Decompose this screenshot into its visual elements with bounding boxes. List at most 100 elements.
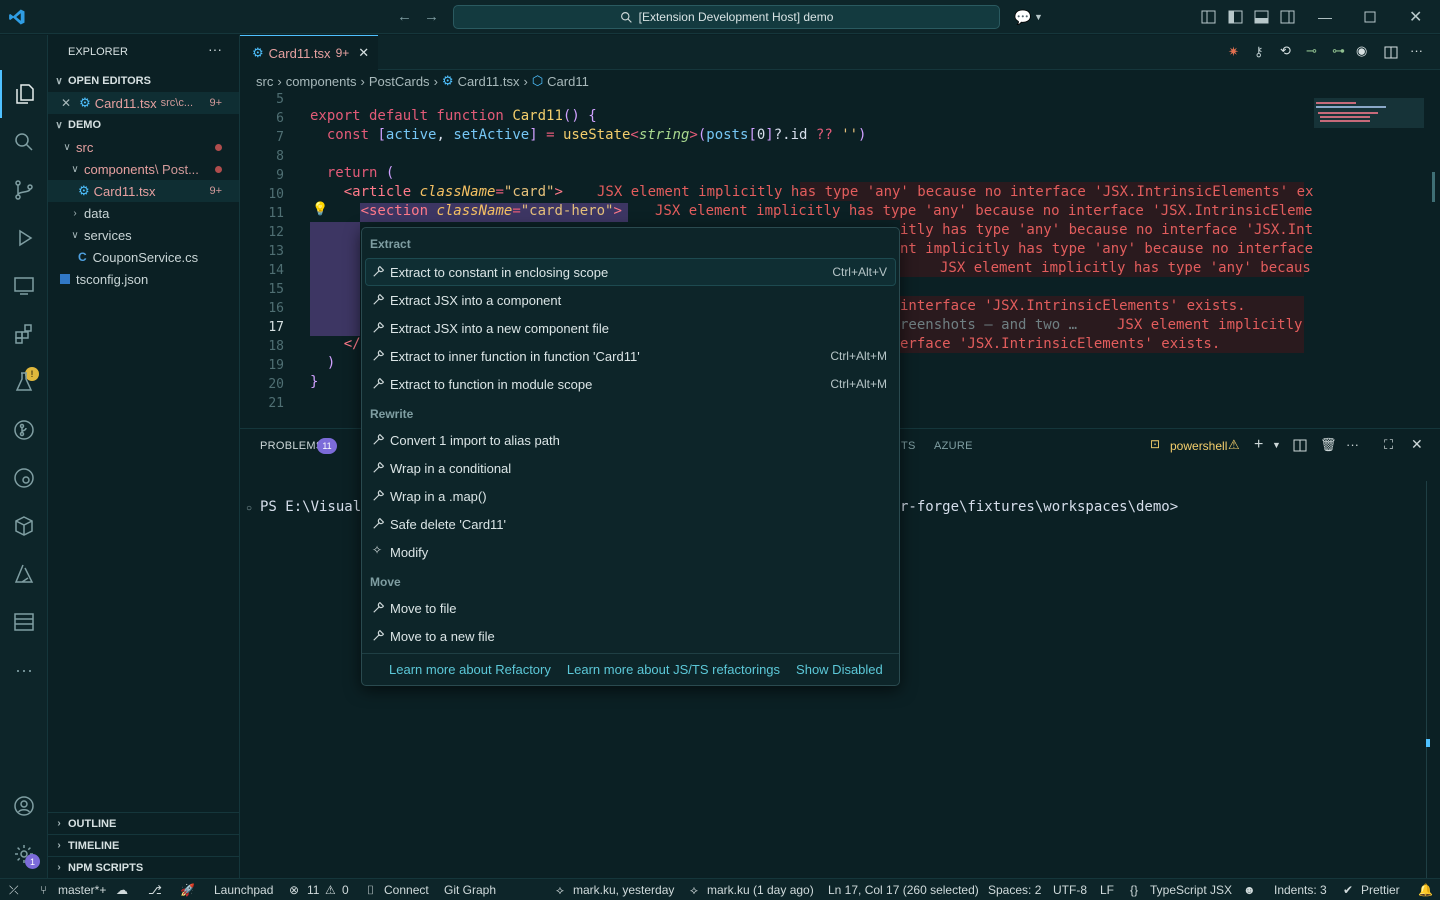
copilot-sparkle-icon[interactable]: ✷ (1228, 44, 1239, 60)
forward-arrow-icon[interactable]: → (424, 8, 439, 25)
sync-icon[interactable]: ☁ (116, 883, 128, 897)
error-count[interactable]: 11 (307, 883, 319, 897)
menu-item-wrap-conditional[interactable]: Wrap in a conditional (366, 455, 895, 481)
menu-item-safe-delete[interactable]: Safe delete 'Card11' (366, 511, 895, 537)
editor-more-icon[interactable]: ··· (1410, 43, 1423, 58)
explorer-more-icon[interactable]: ··· (208, 41, 222, 57)
breadcrumb-symbol[interactable]: Card11 (547, 74, 589, 89)
end-of-line[interactable]: LF (1100, 883, 1114, 897)
git-commit-icon[interactable]: ⊸ (1306, 43, 1317, 59)
menu-item-modify[interactable]: ✧ Modify (366, 539, 895, 565)
split-editor-icon[interactable] (1384, 46, 1398, 59)
outline-section[interactable]: › OUTLINE (48, 812, 239, 834)
menu-item-wrap-map[interactable]: Wrap in a .map() (366, 483, 895, 509)
tab-card11[interactable]: ⚙ Card11.tsx 9+ ✕ (240, 35, 378, 70)
terminal-name[interactable]: powershell (1170, 439, 1227, 453)
warning-count[interactable]: 0 (342, 883, 349, 897)
containers-icon[interactable] (0, 502, 48, 550)
git-graph-status-icon[interactable]: ⎇ (148, 883, 162, 897)
menu-item-move-new-file[interactable]: Move to a new file (366, 623, 895, 649)
copilot-chat-icon[interactable]: 💬 (1014, 9, 1031, 26)
customize-layout-icon[interactable] (1201, 10, 1216, 24)
close-tab-icon[interactable]: ✕ (358, 45, 369, 61)
copilot-status-icon[interactable]: ☻ (1243, 883, 1256, 897)
menu-item-extract-inner-function[interactable]: Extract to inner function in function 'C… (366, 343, 895, 369)
file-card11[interactable]: ⚙ Card11.tsx 9+ (48, 180, 239, 202)
extensions-icon[interactable] (0, 310, 48, 358)
git-graph-icon[interactable] (0, 406, 48, 454)
menu-item-extract-module-function[interactable]: Extract to function in module scope Ctrl+… (366, 371, 895, 397)
source-control-icon[interactable] (0, 166, 48, 214)
lightbulb-icon[interactable]: 💡 (312, 202, 328, 217)
more-icon[interactable]: ··· (0, 646, 48, 694)
launchpad[interactable]: Launchpad (214, 883, 273, 897)
show-disabled-link[interactable]: Show Disabled (796, 662, 883, 677)
toggle-secondary-sidebar-icon[interactable] (1280, 10, 1295, 24)
cursor-position[interactable]: Ln 17, Col 17 (260 selected) (828, 883, 979, 897)
indents[interactable]: Indents: 3 (1274, 883, 1327, 897)
breadcrumb-src[interactable]: src (256, 74, 273, 89)
tab-problems[interactable]: PROBLEMS (260, 440, 324, 452)
toggle-panel-icon[interactable] (1254, 10, 1269, 24)
open-editors-section[interactable]: ∨ OPEN EDITORS (48, 70, 239, 92)
file-coupon-service[interactable]: C CouponService.cs (48, 246, 239, 268)
close-editor-icon[interactable]: ✕ (61, 96, 71, 110)
remote-indicator-icon[interactable]: ⤫ (9, 883, 19, 898)
learn-jsts-link[interactable]: Learn more about JS/TS refactorings (567, 662, 780, 677)
search-icon[interactable] (0, 118, 48, 166)
tab-azure[interactable]: AZURE (934, 440, 973, 452)
go-back-change-icon[interactable]: ⟲ (1280, 43, 1291, 59)
open-editor-item[interactable]: ✕ ⚙ Card11.tsx src\c... 9+ (48, 92, 239, 114)
folder-services[interactable]: ∨ services (48, 224, 239, 246)
indentation[interactable]: Spaces: 2 (988, 883, 1041, 897)
toggle-sidebar-icon[interactable] (1228, 10, 1243, 24)
run-debug-icon[interactable] (0, 214, 48, 262)
explorer-icon[interactable] (0, 70, 48, 118)
key-icon[interactable]: ⚷ (1254, 44, 1264, 60)
tab-ports[interactable]: TS (901, 440, 916, 452)
chevron-down-icon[interactable]: ▼ (1034, 12, 1043, 22)
menu-item-move-to-file[interactable]: Move to file (366, 595, 895, 621)
new-terminal-icon[interactable]: + (1254, 436, 1263, 454)
settings-gear-icon[interactable] (0, 830, 48, 878)
breadcrumb-components[interactable]: components (286, 74, 357, 89)
encoding[interactable]: UTF-8 (1053, 883, 1087, 897)
git-graph-status[interactable]: Git Graph (444, 883, 496, 897)
timeline-section[interactable]: › TIMELINE (48, 834, 239, 856)
terminal-scrollbar[interactable] (1426, 481, 1427, 879)
prettier[interactable]: Prettier (1361, 883, 1400, 897)
menu-item-convert-import[interactable]: Convert 1 import to alias path (366, 427, 895, 453)
command-center-search[interactable]: [Extension Development Host] demo (453, 5, 1000, 29)
chevron-down-icon[interactable]: ▼ (1272, 440, 1281, 450)
database-icon[interactable] (0, 598, 48, 646)
language-mode[interactable]: TypeScript JSX (1150, 883, 1232, 897)
folder-src[interactable]: ∨ src (48, 136, 239, 158)
minimap[interactable] (1306, 92, 1435, 427)
menu-item-extract-constant[interactable]: Extract to constant in enclosing scope Ct… (365, 258, 896, 286)
learn-refactory-link[interactable]: Learn more about Refactory (389, 662, 551, 677)
breadcrumb-postcards[interactable]: PostCards (369, 74, 430, 89)
close-panel-icon[interactable]: ✕ (1411, 436, 1423, 453)
timeline-open-icon[interactable]: ◉ (1356, 43, 1367, 59)
split-terminal-icon[interactable] (1293, 439, 1307, 452)
testing-icon[interactable] (0, 358, 48, 406)
maximize-icon[interactable] (1364, 11, 1376, 23)
panel-more-icon[interactable]: ··· (1346, 437, 1359, 452)
connect[interactable]: Connect (384, 883, 429, 897)
remote-explorer-icon[interactable] (0, 262, 48, 310)
git-compare-icon[interactable]: ⊶ (1332, 43, 1345, 59)
maximize-panel-icon[interactable]: ⛶ (1384, 437, 1393, 453)
folder-data[interactable]: › data (48, 202, 239, 224)
accounts-icon[interactable] (0, 782, 48, 830)
workspace-root[interactable]: ∨ DEMO (48, 114, 239, 136)
git-branch[interactable]: master*+ (58, 883, 106, 897)
menu-item-extract-jsx-file[interactable]: Extract JSX into a new component file (366, 315, 895, 341)
close-window-icon[interactable]: ✕ (1409, 7, 1422, 27)
minimize-icon[interactable]: — (1318, 9, 1332, 25)
menu-item-extract-jsx-component[interactable]: Extract JSX into a component (366, 287, 895, 313)
azure-icon[interactable] (0, 550, 48, 598)
breadcrumb-file[interactable]: Card11.tsx (458, 74, 520, 89)
notification-bell-icon[interactable]: 🔔 (1418, 883, 1433, 897)
git-blame[interactable]: mark.ku, yesterday (573, 883, 674, 897)
folder-components[interactable]: ∨ components \ Post... (48, 158, 239, 180)
